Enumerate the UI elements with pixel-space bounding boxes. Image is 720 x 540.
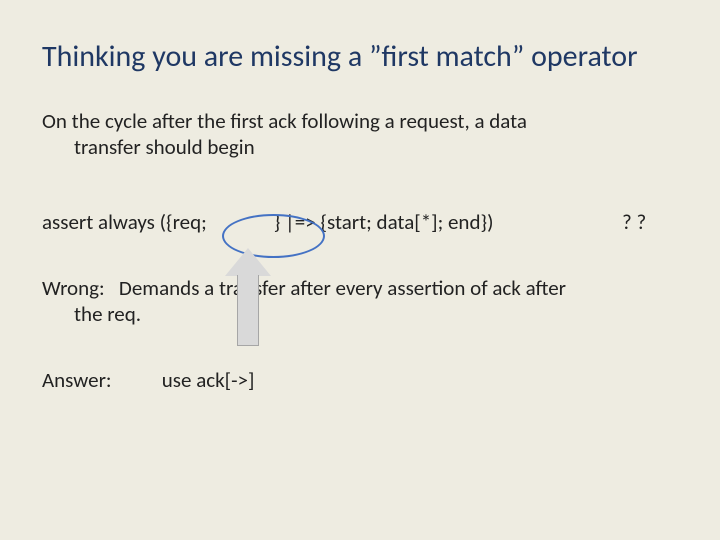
answer-text: use ack[->]	[162, 367, 255, 393]
arrow-head-icon	[225, 248, 271, 276]
slide: Thinking you are missing a ”first match”…	[0, 0, 720, 540]
wrong-label: Wrong:	[42, 275, 105, 301]
assert-pre: assert always ({req;	[42, 209, 212, 235]
arrow-shaft	[237, 275, 259, 346]
slide-title: Thinking you are missing a ”first match”…	[42, 38, 690, 75]
arrow-annotation	[225, 248, 271, 346]
answer-line: Answer: use ack[->]	[42, 367, 680, 393]
wrong-line-2: the req.	[74, 301, 141, 327]
intro-line-2: transfer should begin	[74, 134, 255, 160]
answer-label: Answer:	[42, 367, 157, 393]
intro-line-1: On the cycle after the first ack followi…	[42, 108, 527, 134]
question-marks: ? ?	[622, 209, 646, 235]
intro-paragraph: On the cycle after the first ack followi…	[42, 108, 680, 161]
assertion-line: assert always ({req; [*]; ack} |=> {star…	[42, 209, 680, 235]
wrong-line-1: Demands a transfer after every assertion…	[119, 275, 566, 301]
wrong-paragraph: Wrong: Demands a transfer after every as…	[42, 275, 680, 328]
slide-body: On the cycle after the first ack followi…	[42, 108, 680, 394]
